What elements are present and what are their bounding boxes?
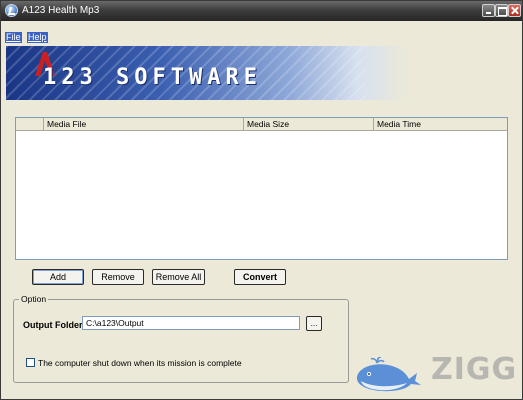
brand-banner: 123 SOFTWARE <box>6 46 522 100</box>
shutdown-checkbox[interactable] <box>26 358 35 367</box>
browse-button[interactable]: ... <box>306 316 322 331</box>
convert-button[interactable]: Convert <box>234 269 286 285</box>
output-folder-label: Output Folder: <box>23 320 86 330</box>
option-group-legend: Option <box>19 294 49 304</box>
title-bar[interactable]: A123 Health Mp3 <box>1 1 522 21</box>
remove-all-button[interactable]: Remove All <box>152 269 205 285</box>
watermark: ZIGG <box>351 345 521 395</box>
menu-file[interactable]: File <box>5 32 22 43</box>
column-header-media-time[interactable]: Media Time <box>373 118 507 131</box>
logo-text: 123 SOFTWARE <box>43 65 262 90</box>
maximize-button[interactable] <box>495 4 508 17</box>
watermark-text: ZIGG <box>431 352 518 387</box>
shutdown-checkbox-label[interactable]: The computer shut down when its mission … <box>38 358 242 368</box>
app-icon[interactable] <box>5 4 18 17</box>
output-folder-input[interactable] <box>82 316 300 330</box>
remove-button[interactable]: Remove <box>92 269 144 285</box>
list-header: Media File Media Size Media Time <box>16 118 507 131</box>
minimize-button[interactable] <box>482 4 495 17</box>
add-button[interactable]: Add <box>32 269 84 285</box>
column-header-select[interactable] <box>16 118 43 131</box>
close-button[interactable] <box>508 4 521 17</box>
column-header-media-file[interactable]: Media File <box>43 118 243 131</box>
window-title: A123 Health Mp3 <box>22 5 100 16</box>
whale-icon <box>356 357 421 392</box>
menu-help[interactable]: Help <box>27 32 48 43</box>
column-header-media-size[interactable]: Media Size <box>243 118 373 131</box>
media-list[interactable]: Media File Media Size Media Time <box>15 117 508 260</box>
option-group <box>13 299 349 383</box>
app-window: A123 Health Mp3 File Help 123 SOFTWARE M… <box>0 0 523 400</box>
